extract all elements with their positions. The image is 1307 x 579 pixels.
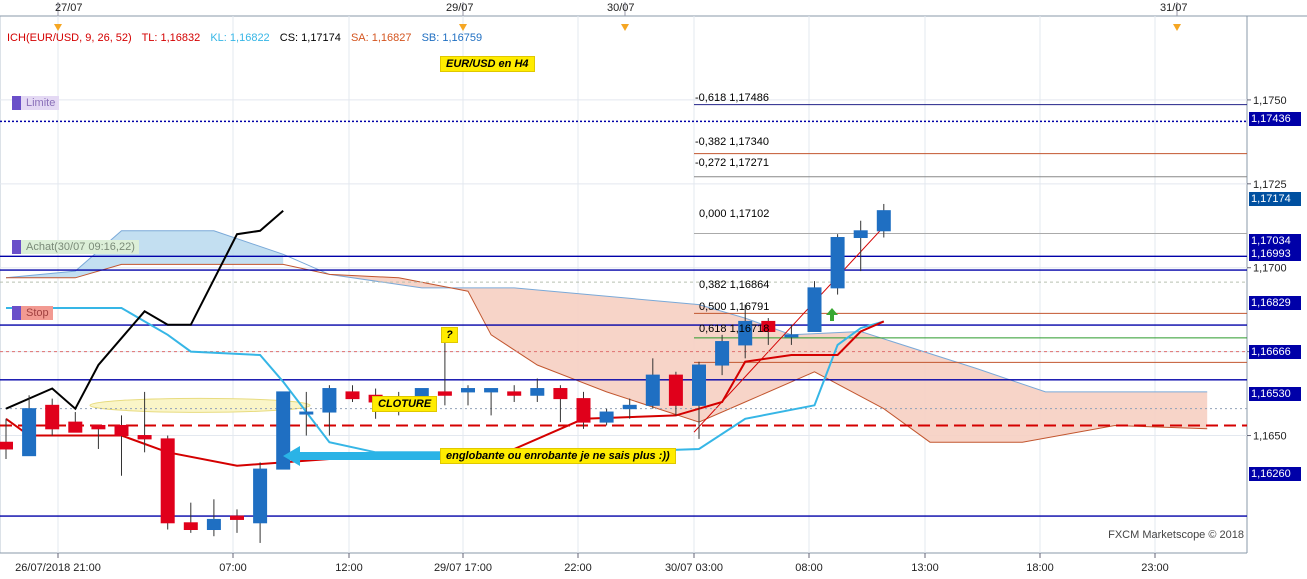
fib-label-382: 0,382 1,16864	[699, 279, 770, 291]
chart-canvas: 26/07/2018 21:00 07:00 12:00 29/07 17:00 22:…	[0, 0, 1307, 579]
x-tick-label: 08:00	[795, 562, 823, 574]
chart-title-tag: EUR/USD en H4	[440, 56, 535, 72]
x-tick-label: 22:00	[564, 562, 592, 574]
candle-body	[876, 210, 891, 232]
top-date-label: 27/07	[55, 2, 83, 14]
candle-body	[206, 518, 221, 531]
top-date-label: 30/07	[607, 2, 635, 14]
limite-order-label[interactable]: Limite	[12, 96, 60, 110]
candle-body	[45, 404, 60, 430]
candle-body	[692, 364, 706, 406]
candle-body	[507, 391, 522, 396]
price-tag-16666: 1,16666	[1249, 345, 1301, 359]
price-tag-17436: 1,17436	[1249, 112, 1301, 126]
candle-body	[299, 411, 314, 415]
fib-label-500: 0,500 1,16791	[699, 301, 770, 313]
stop-order-label[interactable]: Stop	[12, 306, 53, 320]
x-tick-label: 30/07 03:00	[665, 562, 723, 574]
candle-body	[807, 287, 822, 332]
price-tag-17034: 1,17034	[1249, 234, 1301, 248]
achat-handle[interactable]	[12, 240, 21, 254]
price-tag-16260: 1,16260	[1249, 467, 1301, 481]
candle-body	[160, 438, 175, 524]
candle-body	[0, 441, 13, 450]
fib-label-neg382: -0,382 1,17340	[695, 136, 770, 148]
candle-body	[22, 408, 37, 457]
candle-body	[322, 388, 337, 413]
engulfing-note-tag: englobante ou enrobante je ne sais plus …	[440, 448, 676, 464]
x-tick-label: 12:00	[335, 562, 363, 574]
candle-body	[345, 391, 360, 400]
fib-label-neg272: -0,272 1,17271	[695, 157, 770, 169]
cs-value: CS: 1,17174	[279, 32, 341, 44]
tl-value: TL: 1,16832	[141, 32, 201, 44]
candle-body	[668, 374, 683, 406]
candle-body	[183, 522, 198, 531]
stop-handle[interactable]	[12, 306, 21, 320]
candle-body	[645, 374, 660, 406]
fib-label-neg618: -0,618 1,17486	[695, 92, 770, 104]
indicator-header: ICH(EUR/USD, 9, 26, 52) TL: 1,16832 KL: …	[7, 32, 489, 44]
x-tick-label: 18:00	[1026, 562, 1054, 574]
sb-value: SB: 1,16759	[421, 32, 483, 44]
x-tick-label: 29/07 17:00	[434, 562, 492, 574]
fib-label-000: 0,000 1,17102	[699, 208, 770, 220]
candle-body	[553, 388, 568, 400]
top-date-label: 29/07	[446, 2, 474, 14]
y-tick-label: 1,1725	[1253, 179, 1287, 191]
kl-value: KL: 1,16822	[210, 32, 270, 44]
watermark: FXCM Marketscope © 2018	[1108, 529, 1244, 541]
candle-body	[715, 341, 730, 366]
achat-text: Achat(30/07 09:16,22)	[26, 241, 135, 253]
candle-body	[253, 468, 268, 524]
x-tick-label: 26/07/2018 21:00	[15, 562, 101, 574]
candle-body	[461, 388, 475, 393]
price-tag-16993: 1,16993	[1249, 247, 1301, 261]
candle-body	[68, 421, 83, 433]
x-tick-label: 07:00	[219, 562, 247, 574]
sa-value: SA: 1,16827	[350, 32, 412, 44]
y-tick-label: 1,1650	[1253, 431, 1287, 443]
candle-body	[137, 435, 152, 440]
price-axis-area	[1247, 0, 1307, 579]
limite-handle[interactable]	[12, 96, 21, 110]
x-tick-label: 13:00	[911, 562, 939, 574]
achat-order-label[interactable]: Achat(30/07 09:16,22)	[12, 240, 139, 254]
candle-body	[599, 411, 614, 423]
candle-body	[784, 334, 799, 338]
plot-area	[0, 15, 1248, 554]
candle-body	[830, 237, 845, 289]
y-tick-label: 1,1750	[1253, 95, 1287, 107]
price-tag-16829: 1,16829	[1249, 296, 1301, 310]
candle-body	[91, 424, 106, 430]
ich-label: ICH(EUR/USD, 9, 26, 52)	[7, 32, 132, 44]
y-tick-label: 1,1700	[1253, 263, 1287, 275]
price-tag-16530: 1,16530	[1249, 387, 1301, 401]
top-date-label: 31/07	[1160, 2, 1188, 14]
candle-body	[114, 424, 129, 437]
candle-body	[437, 391, 452, 396]
candle-body	[484, 388, 499, 393]
fib-label-618: 0,618 1,16718	[699, 323, 770, 335]
candle-body	[622, 404, 637, 410]
limite-text: Limite	[26, 97, 56, 109]
candle-body	[853, 230, 868, 239]
price-tag-17174: 1,17174	[1249, 192, 1301, 206]
stop-text: Stop	[26, 307, 49, 319]
candle-body	[530, 388, 545, 396]
candle-body	[230, 515, 244, 520]
question-tag: ?	[441, 327, 458, 343]
x-tick-label: 23:00	[1141, 562, 1169, 574]
candle-body	[576, 398, 591, 423]
cloture-tag: CLOTURE	[372, 396, 438, 412]
